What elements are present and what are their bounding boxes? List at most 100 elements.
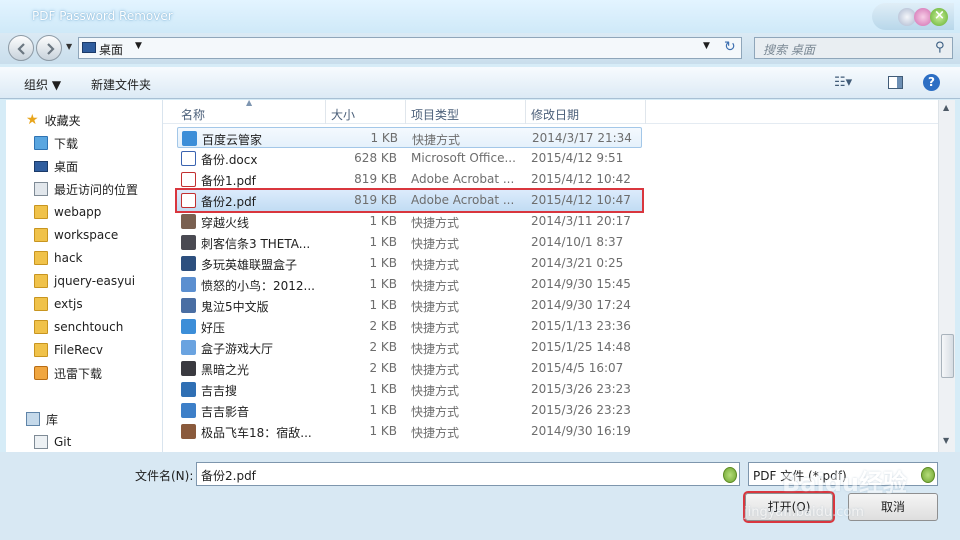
file-date: 2014/3/17 21:34 xyxy=(532,131,632,145)
nav-item-download[interactable]: 下载 xyxy=(34,132,78,154)
scroll-up-icon[interactable]: ▲ xyxy=(943,103,949,112)
filetype-select[interactable]: PDF 文件 (*.pdf) xyxy=(748,462,938,486)
file-name: 备份1.pdf xyxy=(201,174,256,188)
column-separator[interactable] xyxy=(525,100,526,124)
search-icon[interactable]: ⚲ xyxy=(935,40,945,55)
organize-button[interactable]: 组织 ▼ xyxy=(24,76,61,93)
file-row[interactable]: 愤怒的小鸟：2012... 1 KB 快捷方式 2014/9/30 15:45 xyxy=(177,274,642,295)
nav-item-thunder-download[interactable]: 迅雷下载 xyxy=(34,362,102,384)
column-date[interactable]: 修改日期 xyxy=(531,106,579,123)
game-shortcut-icon xyxy=(181,277,196,292)
nav-item-label: 下载 xyxy=(54,136,79,151)
cancel-button[interactable]: 取消 xyxy=(848,493,938,521)
column-size[interactable]: 大小 xyxy=(331,106,355,123)
file-row[interactable]: 刺客信条3 THETA... 1 KB 快捷方式 2014/10/1 8:37 xyxy=(177,232,642,253)
file-type: 快捷方式 xyxy=(411,300,460,314)
search-input[interactable]: 搜索 桌面 xyxy=(763,41,815,58)
nav-item-extjs[interactable]: extjs xyxy=(34,293,83,315)
file-type: 快捷方式 xyxy=(411,363,460,377)
file-type: 快捷方式 xyxy=(411,384,460,398)
refresh-icon[interactable]: ↻ xyxy=(724,39,736,55)
column-separator[interactable] xyxy=(325,100,326,124)
file-size: 1 KB xyxy=(369,214,397,228)
file-row[interactable]: 吉吉搜 1 KB 快捷方式 2015/3/26 23:23 xyxy=(177,379,642,400)
file-size: 1 KB xyxy=(369,235,397,249)
nav-item-filerecv[interactable]: FileRecv xyxy=(34,339,103,361)
file-row[interactable]: 多玩英雄联盟盒子 1 KB 快捷方式 2014/3/21 0:25 xyxy=(177,253,642,274)
file-row[interactable]: 百度云管家 1 KB 快捷方式 2014/3/17 21:34 xyxy=(177,127,642,148)
chevron-down-icon[interactable]: ▼ xyxy=(135,41,142,51)
history-dropdown-icon[interactable]: ▼ xyxy=(66,42,72,51)
recent-places-icon xyxy=(34,182,48,196)
file-row[interactable]: 黑暗之光 2 KB 快捷方式 2015/4/5 16:07 xyxy=(177,358,642,379)
filename-dropdown-button[interactable] xyxy=(723,467,737,483)
nav-item-senchtouch[interactable]: senchtouch xyxy=(34,316,123,338)
column-type[interactable]: 项目类型 xyxy=(411,106,459,123)
file-date: 2015/4/12 9:51 xyxy=(531,151,624,165)
nav-item-webapp[interactable]: webapp xyxy=(34,201,101,223)
desktop-icon xyxy=(34,160,48,172)
file-name: 百度云管家 xyxy=(202,133,263,147)
help-icon[interactable]: ? xyxy=(923,74,940,91)
column-separator[interactable] xyxy=(405,100,406,124)
forward-button[interactable] xyxy=(36,35,62,61)
app-shortcut-icon xyxy=(181,319,196,334)
file-type: Adobe Acrobat ... xyxy=(411,172,515,186)
column-name[interactable]: 名称 xyxy=(181,106,205,123)
file-row[interactable]: 盒子游戏大厅 2 KB 快捷方式 2015/1/25 14:48 xyxy=(177,337,642,358)
nav-item-git[interactable]: Git xyxy=(34,431,71,452)
file-row[interactable]: 备份.docx 628 KB Microsoft Office... 2015/… xyxy=(177,148,642,169)
nav-item-hack[interactable]: hack xyxy=(34,247,83,269)
folder-icon xyxy=(34,228,48,242)
pdf-icon xyxy=(181,172,196,187)
navigation-pane: ★ 收藏夹 下载 桌面 最近访问的位置 webapp workspace hac… xyxy=(6,100,163,452)
filename-input[interactable]: 备份2.pdf xyxy=(196,462,740,486)
address-bar[interactable]: 桌面 ▼ ▼ ↻ xyxy=(78,37,742,59)
nav-favorites[interactable]: ★ 收藏夹 xyxy=(26,109,81,131)
pdf-icon xyxy=(181,193,196,208)
nav-library[interactable]: 库 xyxy=(26,408,58,430)
nav-item-jquery-easyui[interactable]: jquery-easyui xyxy=(34,270,135,292)
file-size: 1 KB xyxy=(369,382,397,396)
game-shortcut-icon xyxy=(181,298,196,313)
file-type: 快捷方式 xyxy=(411,321,460,335)
address-history-icon[interactable]: ▼ xyxy=(703,41,710,51)
nav-item-desktop[interactable]: 桌面 xyxy=(34,155,78,177)
star-icon: ★ xyxy=(26,112,39,128)
file-size: 1 KB xyxy=(369,403,397,417)
search-box[interactable]: 搜索 桌面 ⚲ xyxy=(754,37,953,59)
cloud-app-icon xyxy=(182,131,197,146)
file-row-selected[interactable]: 备份2.pdf 819 KB Adobe Acrobat ... 2015/4/… xyxy=(175,188,644,213)
nav-item-workspace[interactable]: workspace xyxy=(34,224,118,246)
new-folder-button[interactable]: 新建文件夹 xyxy=(91,76,151,93)
file-row[interactable]: 穿越火线 1 KB 快捷方式 2014/3/11 20:17 xyxy=(177,211,642,232)
scrollbar-thumb[interactable] xyxy=(941,334,954,378)
file-row[interactable]: 鬼泣5中文版 1 KB 快捷方式 2014/9/30 17:24 xyxy=(177,295,642,316)
file-row[interactable]: 极品飞车18：宿敌... 1 KB 快捷方式 2014/9/30 16:19 xyxy=(177,421,642,442)
file-row[interactable]: 好压 2 KB 快捷方式 2015/1/13 23:36 xyxy=(177,316,642,337)
close-button[interactable]: × xyxy=(930,8,948,26)
file-list: 名称 ▲ 大小 项目类型 修改日期 百度云管家 1 KB 快捷方式 2014/3… xyxy=(163,100,938,452)
scroll-down-icon[interactable]: ▼ xyxy=(943,436,949,445)
file-date: 2015/4/12 10:42 xyxy=(531,172,631,186)
back-button[interactable] xyxy=(8,35,34,61)
column-separator[interactable] xyxy=(645,100,646,124)
file-size: 628 KB xyxy=(354,151,397,165)
nav-item-recent-places[interactable]: 最近访问的位置 xyxy=(34,178,138,200)
word-doc-icon xyxy=(181,151,196,166)
download-folder-icon xyxy=(34,136,48,150)
file-row[interactable]: 吉吉影音 1 KB 快捷方式 2015/3/26 23:23 xyxy=(177,400,642,421)
file-type: Microsoft Office... xyxy=(411,151,516,165)
view-options-icon[interactable]: ☷▾ xyxy=(834,75,852,90)
filetype-dropdown-button[interactable] xyxy=(921,467,935,483)
file-name: 穿越火线 xyxy=(201,216,250,230)
arrow-right-icon xyxy=(47,43,55,55)
file-size: 1 KB xyxy=(369,424,397,438)
vertical-scrollbar[interactable]: ▲ ▼ xyxy=(938,100,955,452)
column-header: 名称 ▲ 大小 项目类型 修改日期 xyxy=(163,100,938,124)
open-button[interactable]: 打开(O) xyxy=(743,491,835,523)
file-name: 刺客信条3 THETA... xyxy=(201,237,311,251)
filename-value: 备份2.pdf xyxy=(201,469,256,483)
file-row[interactable]: 备份1.pdf 819 KB Adobe Acrobat ... 2015/4/… xyxy=(177,169,642,190)
preview-pane-icon[interactable] xyxy=(888,76,903,89)
